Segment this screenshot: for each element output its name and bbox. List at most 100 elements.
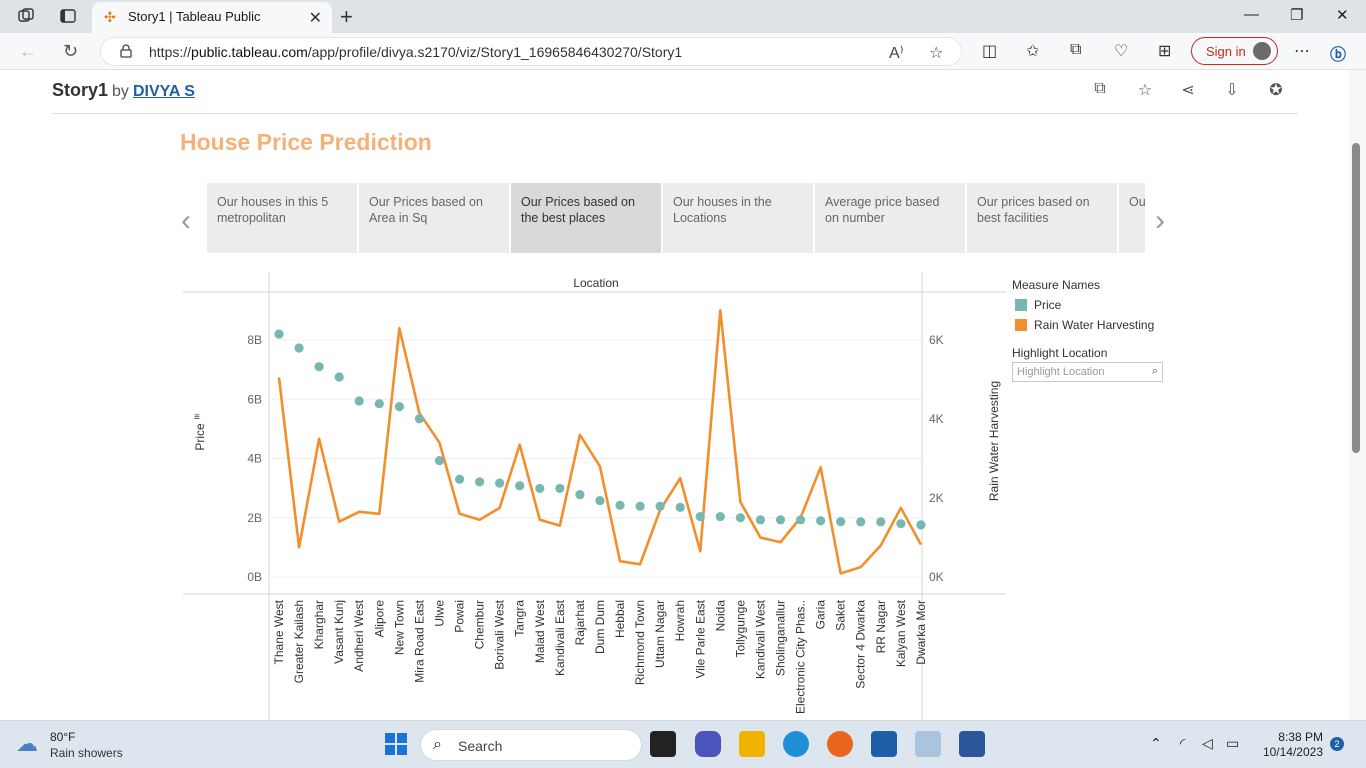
- price-point: [615, 500, 625, 510]
- x-tick-label: Thane West: [272, 599, 286, 664]
- weather-temp: 80°F: [50, 730, 76, 744]
- favorite-icon[interactable]: ☆: [1135, 80, 1155, 100]
- tab-actions-icon[interactable]: [59, 7, 77, 25]
- price-point: [555, 483, 565, 494]
- price-point: [896, 519, 906, 529]
- tableau-app-icon[interactable]: [915, 731, 941, 757]
- price-point: [715, 511, 725, 522]
- browser-essentials-icon[interactable]: ♡: [1114, 41, 1128, 61]
- x-tick-label: Vasant Kunj: [332, 600, 346, 664]
- workspaces-icon[interactable]: [17, 7, 35, 25]
- story-point[interactable]: Our Prices based on Area in Sq: [359, 183, 509, 253]
- copy-icon[interactable]: ⧉: [1090, 80, 1110, 100]
- store-icon[interactable]: [871, 731, 897, 757]
- wifi-icon[interactable]: ◜: [1180, 735, 1185, 752]
- sign-in-button[interactable]: Sign in: [1191, 37, 1278, 65]
- copilot-icon[interactable]: ⓑ: [1330, 41, 1346, 65]
- price-point: [856, 517, 866, 527]
- x-tick-label: Kalyan West: [894, 599, 908, 667]
- y-tick-label: 6B: [247, 392, 262, 406]
- price-point: [414, 414, 425, 424]
- back-icon[interactable]: ←: [19, 41, 37, 62]
- x-tick-label: Garia: [814, 600, 828, 630]
- story-point[interactable]: Ou... bes...: [1119, 183, 1145, 253]
- split-screen-icon[interactable]: ◫: [982, 41, 997, 61]
- x-tick-label: Saket: [834, 599, 848, 630]
- legend-item-price[interactable]: Price: [1015, 298, 1061, 312]
- x-tick-label: Tangra: [513, 600, 527, 637]
- story-point[interactable]: Our houses in this 5 metropolitan: [207, 183, 357, 253]
- close-window-icon[interactable]: ✕: [1336, 6, 1349, 24]
- x-tick-label: Kandivali East: [553, 599, 567, 676]
- edge-icon[interactable]: [783, 731, 809, 757]
- favorites-icon[interactable]: ✩: [1026, 41, 1039, 61]
- favorite-star-icon[interactable]: ☆: [929, 43, 943, 63]
- highlight-title: Highlight Location: [1012, 346, 1108, 360]
- browser-tab[interactable]: ✣ Story1 | Tableau Public ✕: [92, 2, 332, 33]
- price-point: [434, 455, 445, 466]
- notification-badge[interactable]: 2: [1330, 737, 1344, 751]
- restore-icon[interactable]: ❐: [1290, 6, 1303, 24]
- tableau-icon: ✣: [104, 9, 116, 25]
- story-point-active[interactable]: Our Prices based on the best places: [511, 183, 661, 253]
- legend-item-rwh[interactable]: Rain Water Harvesting: [1015, 318, 1154, 332]
- story-point[interactable]: Our houses in the Locations: [663, 183, 813, 253]
- search-icon: ⌕: [1151, 365, 1158, 377]
- x-tick-label: Malad West: [533, 599, 547, 663]
- price-point: [274, 329, 284, 339]
- firefox-icon[interactable]: [827, 731, 853, 757]
- story-points: Our houses in this 5 metropolitan Our Pr…: [207, 183, 1145, 253]
- x-tick-label: Dwarka Mor: [914, 600, 928, 665]
- teams-icon[interactable]: [695, 731, 721, 757]
- price-point: [876, 517, 886, 527]
- clock-date: 10/14/2023: [1262, 745, 1323, 759]
- volume-icon[interactable]: ◁: [1202, 735, 1213, 752]
- previous-point-icon[interactable]: ‹: [181, 204, 191, 238]
- x-tick-label: Tollygunge: [733, 600, 747, 658]
- price-point: [735, 513, 745, 523]
- rain-water-line: [277, 309, 923, 575]
- minimize-icon[interactable]: —: [1244, 6, 1259, 23]
- badge-icon[interactable]: ✪: [1266, 80, 1286, 100]
- highlight-location-input[interactable]: Highlight Location ⌕: [1012, 362, 1163, 382]
- close-tab-icon[interactable]: ✕: [309, 8, 322, 28]
- search-icon: ⌕: [433, 736, 442, 753]
- next-point-icon[interactable]: ›: [1155, 204, 1165, 238]
- extensions-icon[interactable]: ⊞: [1158, 41, 1171, 61]
- avatar: [1253, 42, 1271, 60]
- chevron-up-icon[interactable]: ⌃: [1150, 735, 1162, 752]
- taskbar: ☁ 80°F Rain showers ⌕ Search ⌃ ◜ ◁ ▭ 8:3…: [0, 720, 1366, 768]
- url-field[interactable]: https://public.tableau.com/app/profile/d…: [100, 37, 962, 66]
- scrollbar-thumb[interactable]: [1352, 143, 1360, 453]
- price-point: [595, 495, 605, 506]
- read-aloud-icon[interactable]: A⁾: [889, 43, 904, 63]
- battery-icon[interactable]: ▭: [1226, 735, 1239, 752]
- clock[interactable]: 8:38 PM 10/14/2023: [1255, 730, 1323, 760]
- x-tick-label: Rajarhat: [573, 599, 587, 645]
- file-explorer-icon[interactable]: [739, 731, 765, 757]
- windows-start-icon[interactable]: [383, 731, 409, 757]
- refresh-icon[interactable]: ↻: [63, 41, 78, 62]
- x-tick-label: Electronic City Phas..: [794, 600, 808, 714]
- weather-condition: Rain showers: [50, 746, 123, 760]
- scrollbar[interactable]: [1349, 70, 1366, 720]
- weather-icon: ☁: [16, 731, 38, 756]
- price-point: [655, 501, 665, 511]
- collections-icon[interactable]: ⧉: [1070, 41, 1081, 59]
- more-menu-icon[interactable]: ⋯: [1294, 41, 1310, 61]
- new-tab-icon[interactable]: +: [340, 4, 353, 30]
- taskbar-search[interactable]: ⌕ Search: [420, 729, 642, 761]
- legend-swatch: [1015, 299, 1027, 311]
- x-tick-label: Andheri West: [352, 599, 366, 671]
- price-point: [675, 502, 685, 512]
- story-point[interactable]: Average price based on number: [815, 183, 965, 253]
- author-link[interactable]: DIVYA S: [133, 83, 195, 100]
- x-tick-label: Alipore: [372, 600, 386, 638]
- task-view-icon[interactable]: [650, 731, 676, 757]
- x-tick-label: Dum Dum: [593, 600, 607, 654]
- story-point[interactable]: Our prices based on best facilities: [967, 183, 1117, 253]
- word-icon[interactable]: [959, 731, 985, 757]
- download-icon[interactable]: ⇩: [1222, 80, 1242, 100]
- share-icon[interactable]: ⋖: [1178, 80, 1198, 100]
- x-tick-label: Howrah: [673, 600, 687, 641]
